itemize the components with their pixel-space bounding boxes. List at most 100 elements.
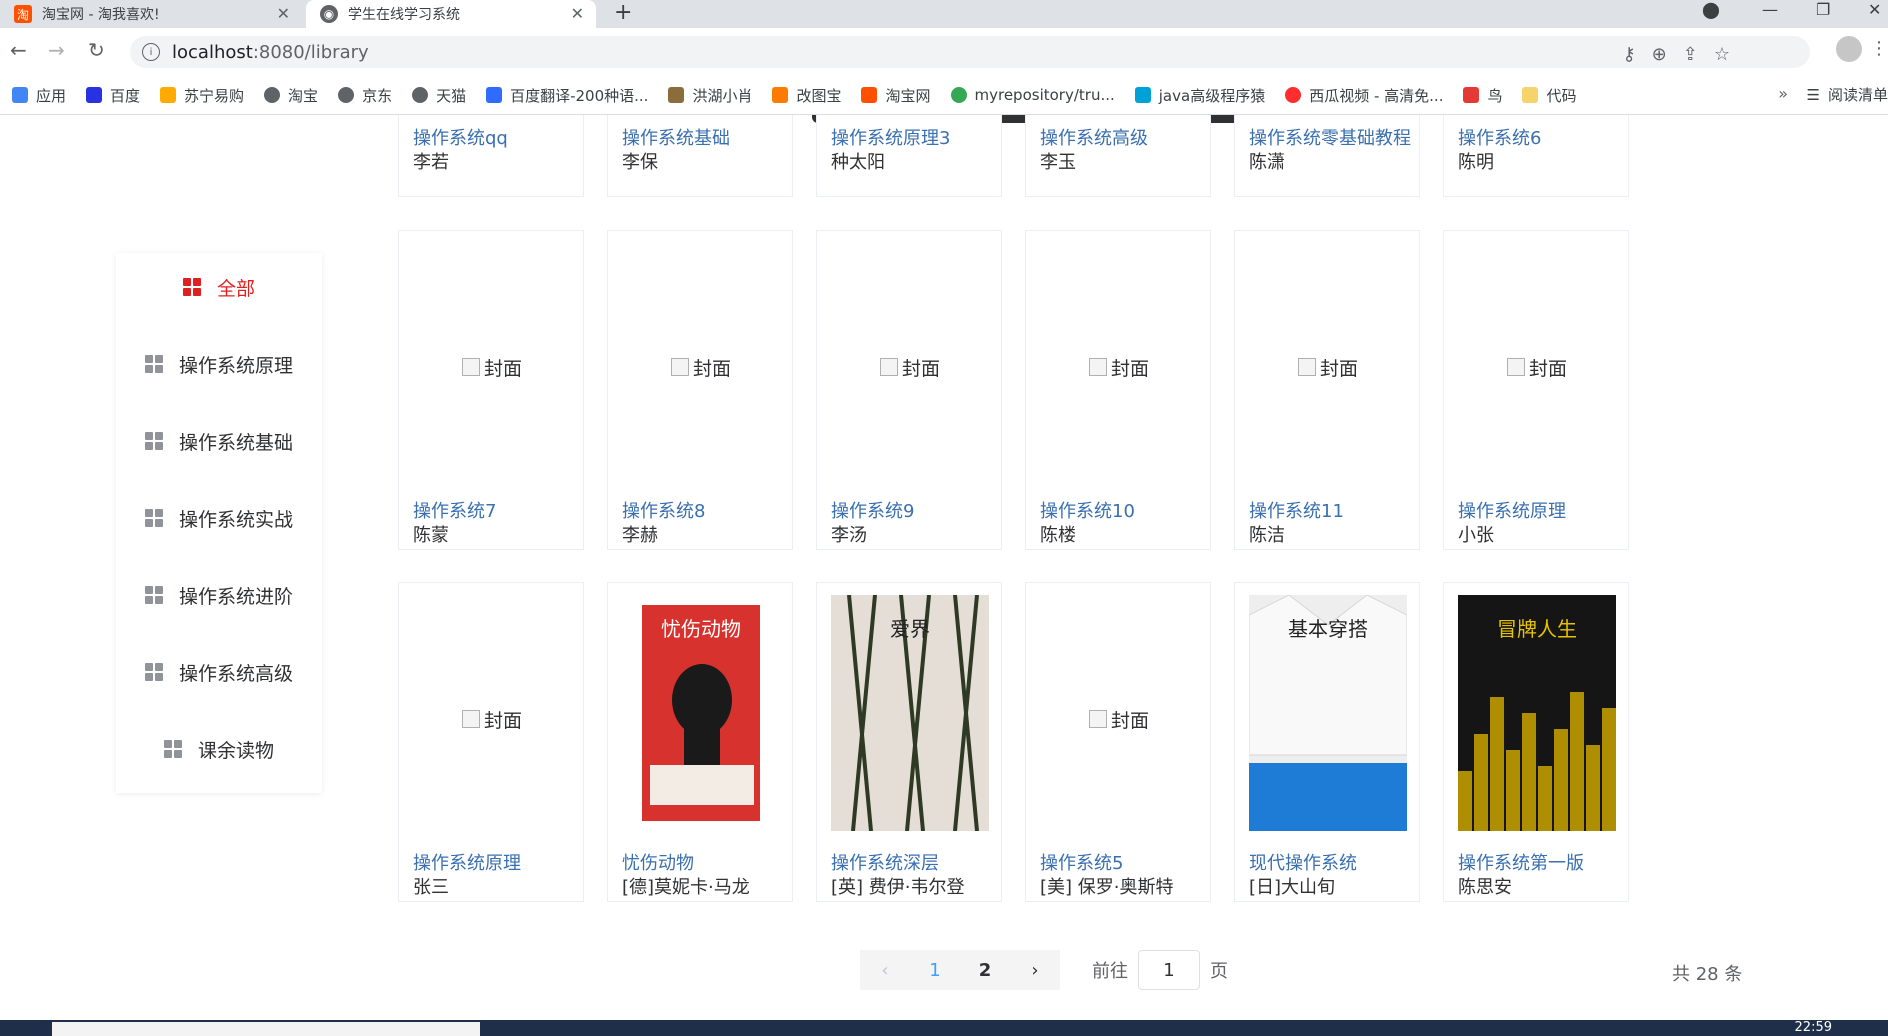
book-card[interactable]: 爱界 操作系统深层 [英] 费伊·韦尔登 [816, 582, 1002, 902]
page-2-button[interactable]: 2 [960, 950, 1010, 990]
bookmark-item[interactable]: 百度翻译-200种语... [486, 85, 648, 106]
book-card[interactable]: 封面 操作系统9 李汤 [816, 230, 1002, 550]
close-icon[interactable]: ✕ [277, 4, 290, 23]
back-icon[interactable]: ← [10, 38, 27, 62]
bookmark-label: 应用 [36, 86, 67, 105]
prev-page-button[interactable]: ‹ [860, 950, 910, 990]
page-1-button[interactable]: 1 [910, 950, 960, 990]
share-icon[interactable]: ⇪ [1683, 44, 1698, 65]
book-card[interactable]: 冒牌人生 操作系统第一版 陈思安 [1443, 582, 1629, 902]
address-bar[interactable]: i localhost:8080/library ⚷ ⊕ ⇪ ☆ [130, 36, 1810, 68]
book-card[interactable]: 封面 操作系统7 陈蒙 [398, 230, 584, 550]
cover-alt-text: 封面 [1319, 357, 1358, 380]
book-card[interactable]: 基本穿搭 现代操作系统 [日]大山旬 [1234, 582, 1420, 902]
minimize-icon[interactable]: — [1762, 0, 1778, 19]
book-title[interactable]: 操作系统9 [831, 497, 914, 523]
book-title[interactable]: 操作系统零基础教程 [1249, 124, 1411, 150]
broken-image-icon [461, 358, 480, 376]
bookmark-item[interactable]: 应用 [12, 85, 66, 106]
bookmark-item[interactable]: 西瓜视频 - 高清免... [1285, 85, 1443, 106]
book-card[interactable]: 封面 操作系统5 [美] 保罗·奥斯特 [1025, 582, 1211, 902]
book-title[interactable]: 现代操作系统 [1249, 849, 1357, 875]
book-title[interactable]: 操作系统原理 [413, 849, 521, 875]
book-cover-image: 爱界 [831, 595, 989, 831]
book-title[interactable]: 忧伤动物 [622, 849, 694, 875]
book-title[interactable]: 操作系统原理 [1458, 497, 1566, 523]
bookmark-item[interactable]: 京东 [338, 85, 392, 106]
book-card[interactable]: 封面 操作系统原理 小张 [1443, 230, 1629, 550]
book-card[interactable]: 封面 操作系统11 陈洁 [1234, 230, 1420, 550]
book-title[interactable]: 操作系统10 [1040, 497, 1135, 523]
bookmark-item[interactable]: myrepository/tru... [950, 86, 1115, 104]
bookmark-item[interactable]: 淘宝 [264, 85, 318, 106]
sidebar-item[interactable]: 操作系统基础 [116, 421, 322, 461]
book-title[interactable]: 操作系统原理3 [831, 124, 950, 150]
taobao-icon [861, 87, 878, 103]
book-title[interactable]: 操作系统5 [1040, 849, 1123, 875]
close-icon[interactable]: ✕ [571, 4, 584, 23]
book-title[interactable]: 操作系统基础 [622, 124, 730, 150]
book-card[interactable]: 操作系统qq 李若 [398, 115, 584, 197]
tab-taobao[interactable]: 淘 淘宝网 - 淘我喜欢! ✕ [0, 0, 302, 28]
next-page-button[interactable]: › [1010, 950, 1060, 990]
book-title[interactable]: 操作系统11 [1249, 497, 1344, 523]
tab-search-icon[interactable]: ⬤ [1702, 0, 1720, 19]
star-icon[interactable]: ☆ [1714, 44, 1730, 65]
book-card[interactable]: 操作系统高级 李玉 [1025, 115, 1211, 197]
book-title[interactable]: 操作系统深层 [831, 849, 939, 875]
reload-icon[interactable]: ↻ [88, 38, 105, 62]
zoom-icon[interactable]: ⊕ [1652, 44, 1667, 65]
sidebar-item-label: 操作系统实战 [178, 508, 293, 531]
book-card[interactable]: 封面 操作系统原理 张三 [398, 582, 584, 902]
bookmark-label: 代码 [1546, 86, 1577, 105]
sidebar-item[interactable]: 操作系统高级 [116, 652, 322, 692]
new-tab-button[interactable]: + [614, 0, 632, 25]
book-card[interactable]: 封面 操作系统8 李赫 [607, 230, 793, 550]
info-icon[interactable]: i [142, 43, 160, 61]
book-title[interactable]: 操作系统qq [413, 124, 508, 150]
book-author: 李若 [413, 152, 449, 173]
cover-alt-text: 封面 [1110, 709, 1149, 732]
restore-icon[interactable]: ❐ [1816, 0, 1830, 19]
book-title[interactable]: 操作系统高级 [1040, 124, 1148, 150]
book-cover: 封面 [1040, 243, 1198, 479]
bookmark-item[interactable]: 天猫 [412, 85, 466, 106]
grid-icon [144, 586, 163, 604]
book-author: 小张 [1458, 525, 1494, 546]
menu-icon[interactable]: ⋮ [1870, 38, 1888, 59]
book-title[interactable]: 操作系统8 [622, 497, 705, 523]
sidebar-item[interactable]: 操作系统实战 [116, 498, 322, 538]
book-card[interactable]: 操作系统6 陈明 [1443, 115, 1629, 197]
bookmark-item[interactable]: 淘宝网 [861, 85, 931, 106]
reading-list-button[interactable]: ☰ 阅读清单 [1807, 84, 1888, 105]
goto-page-input[interactable]: 1 [1138, 950, 1200, 990]
bookmark-item[interactable]: java高级程序猿 [1134, 85, 1265, 106]
book-card[interactable]: 操作系统零基础教程 陈潇 [1234, 115, 1420, 197]
bookmark-item[interactable]: 改图宝 [772, 85, 841, 106]
sidebar-item[interactable]: 操作系统原理 [116, 344, 322, 384]
close-window-icon[interactable]: ✕ [1868, 0, 1881, 19]
bookmarks-overflow-icon[interactable]: » [1778, 84, 1788, 103]
forward-icon[interactable]: → [48, 38, 65, 62]
book-title[interactable]: 操作系统第一版 [1458, 849, 1584, 875]
bookmark-item[interactable]: 苏宁易购 [160, 85, 244, 106]
bookmark-item[interactable]: 代码 [1522, 85, 1577, 106]
book-card[interactable]: 忧伤动物 忧伤动物 [德]莫妮卡·马龙 [607, 582, 793, 902]
grid-icon [144, 432, 163, 450]
book-card[interactable]: 操作系统基础 李保 [607, 115, 793, 197]
sidebar-item[interactable]: 全部 [116, 267, 322, 307]
bookmark-item[interactable]: 百度 [86, 85, 140, 106]
key-icon[interactable]: ⚷ [1622, 44, 1635, 65]
book-title[interactable]: 操作系统7 [413, 497, 496, 523]
taskbar-search-input[interactable] [52, 1022, 480, 1036]
profile-avatar[interactable] [1836, 36, 1862, 62]
bookmark-item[interactable]: 鸟 [1463, 85, 1502, 106]
book-title[interactable]: 操作系统6 [1458, 124, 1541, 150]
book-card[interactable]: 封面 操作系统10 陈楼 [1025, 230, 1211, 550]
sidebar-item[interactable]: 课余读物 [116, 729, 322, 769]
book-card[interactable]: 操作系统原理3 种太阳 [816, 115, 1002, 197]
tab-library[interactable]: ◉ 学生在线学习系统 ✕ [306, 0, 596, 28]
sidebar-item[interactable]: 操作系统进阶 [116, 575, 322, 615]
bookmark-item[interactable]: 洪湖小肖 [668, 85, 752, 106]
tab-strip: 淘 淘宝网 - 淘我喜欢! ✕ ◉ 学生在线学习系统 ✕ + ⬤ — ❐ ✕ [0, 0, 1888, 28]
